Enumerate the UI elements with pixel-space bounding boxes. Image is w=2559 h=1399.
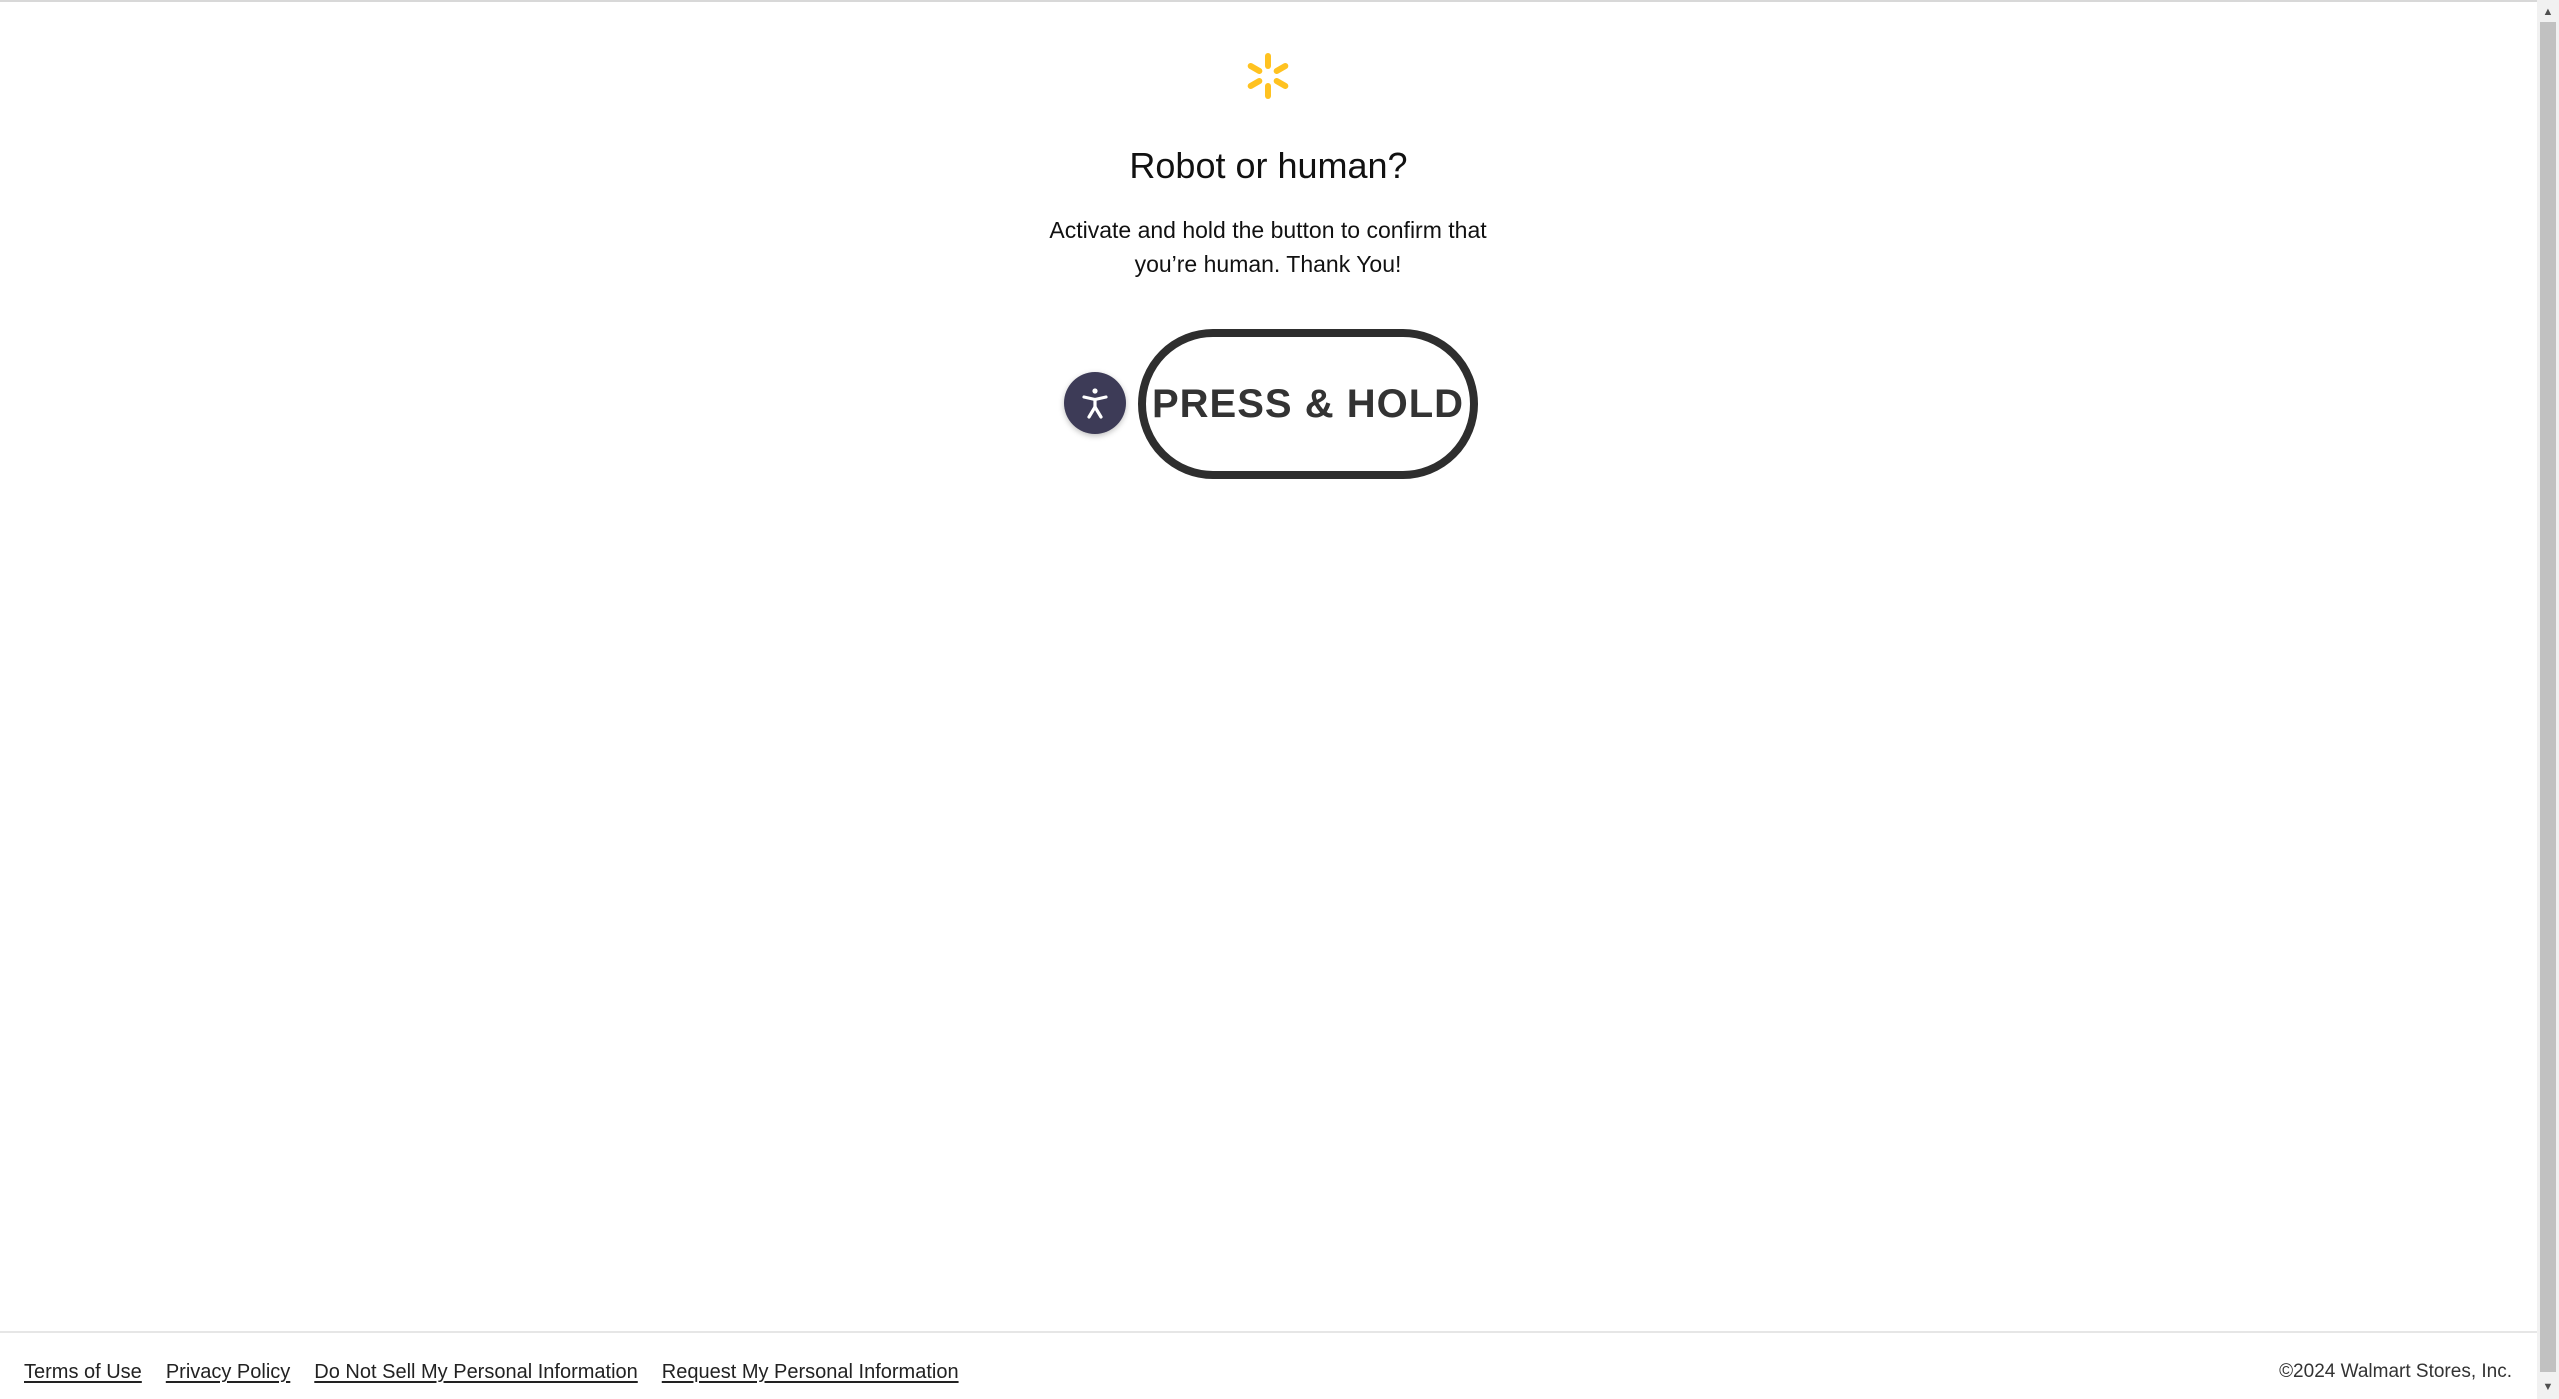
scrollbar-thumb[interactable]	[2540, 22, 2556, 1372]
privacy-policy-link[interactable]: Privacy Policy	[166, 1361, 290, 1384]
footer: Terms of Use Privacy Policy Do Not Sell …	[0, 1331, 2537, 1399]
page-title: Robot or human?	[1129, 145, 1408, 186]
scroll-up-arrow-icon[interactable]: ▲	[2537, 2, 2559, 22]
press-and-hold-button[interactable]: PRESS & HOLD	[1138, 329, 1478, 479]
terms-of-use-link[interactable]: Terms of Use	[24, 1361, 142, 1384]
footer-links: Terms of Use Privacy Policy Do Not Sell …	[24, 1361, 983, 1384]
vertical-scrollbar[interactable]: ▲ ▼	[2537, 0, 2559, 1399]
page-viewport: Robot or human? Activate and hold the bu…	[0, 0, 2559, 1399]
scroll-down-arrow-icon[interactable]: ▼	[2537, 1377, 2559, 1397]
main-content: Robot or human? Activate and hold the bu…	[0, 0, 2537, 1330]
instructions-text: Activate and hold the button to confirm …	[1049, 217, 1487, 277]
do-not-sell-link[interactable]: Do Not Sell My Personal Information	[314, 1361, 637, 1384]
walmart-spark-icon	[1247, 53, 1289, 99]
press-and-hold-label: PRESS & HOLD	[1151, 381, 1465, 426]
accessibility-icon	[1082, 388, 1108, 419]
accessibility-button[interactable]	[1064, 372, 1126, 434]
request-personal-info-link[interactable]: Request My Personal Information	[662, 1361, 959, 1384]
copyright-text: ©2024 Walmart Stores, Inc.	[2279, 1361, 2512, 1382]
